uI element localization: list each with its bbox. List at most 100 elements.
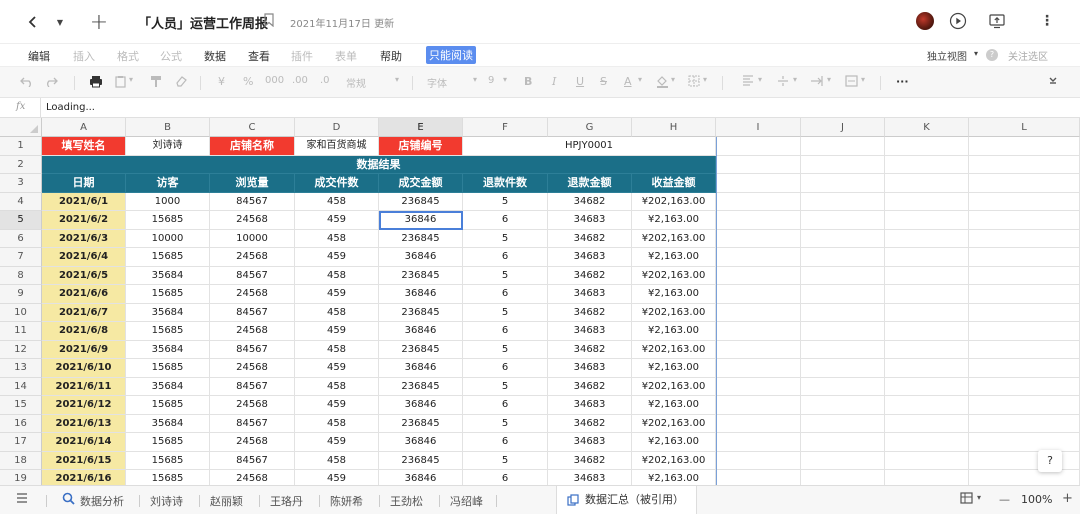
row-header[interactable]: 15 [0,396,42,415]
empty-cell[interactable] [801,433,885,452]
table-cell[interactable]: 36846 [379,285,463,304]
table-cell[interactable]: ¥2,163.00 [632,322,716,341]
chevron-down-icon[interactable]: ▾ [503,75,507,84]
chevron-down-icon[interactable]: ▾ [671,75,675,84]
chevron-down-icon[interactable]: ▾ [861,75,865,84]
add-icon[interactable]: + [86,9,112,35]
column-header[interactable]: D [295,118,379,137]
table-cell[interactable]: 36846 [379,433,463,452]
menu-item[interactable]: 插入 [73,48,95,64]
column-title-cell[interactable]: 退款件数 [463,174,548,193]
sheet-tab[interactable]: 陈妍希 [330,493,363,509]
date-cell[interactable]: 2021/6/11 [42,377,126,396]
date-cell[interactable]: 2021/6/2 [42,211,126,230]
table-cell[interactable]: 236845 [379,229,463,248]
table-cell[interactable]: 15685 [126,470,210,485]
column-title-cell[interactable]: 收益金额 [632,174,716,193]
chevron-down-icon[interactable]: ▾ [395,75,399,84]
table-cell[interactable]: 5 [463,340,548,359]
table-cell[interactable]: 458 [295,377,379,396]
row-header[interactable]: 3 [0,174,42,193]
menu-item[interactable]: 数据 [204,48,226,64]
empty-cell[interactable] [716,211,801,230]
row-header[interactable]: 5 [0,211,42,230]
table-cell[interactable]: 6 [463,322,548,341]
empty-cell[interactable] [716,192,801,211]
empty-cell[interactable] [969,211,1080,230]
percent-button[interactable]: % [243,75,253,88]
table-cell[interactable]: 34683 [548,470,632,485]
zoom-out-button[interactable]: — [999,493,1010,506]
table-cell[interactable]: 5 [463,377,548,396]
chevron-down-icon[interactable]: ▼ [52,11,68,33]
table-cell[interactable]: ¥2,163.00 [632,248,716,267]
table-cell[interactable]: ¥2,163.00 [632,285,716,304]
empty-cell[interactable] [716,359,801,378]
table-cell[interactable]: 10000 [210,229,295,248]
table-cell[interactable]: 458 [295,192,379,211]
date-cell[interactable]: 2021/6/13 [42,414,126,433]
section-title-cell[interactable]: 数据结果 [42,155,716,174]
empty-cell[interactable] [969,303,1080,322]
table-cell[interactable]: 24568 [210,396,295,415]
table-cell[interactable]: 236845 [379,451,463,470]
thousands-button[interactable]: 000 [265,75,284,86]
table-cell[interactable]: 34682 [548,229,632,248]
table-cell[interactable]: 34682 [548,414,632,433]
table-cell[interactable]: 15685 [126,359,210,378]
empty-cell[interactable] [716,322,801,341]
empty-cell[interactable] [801,174,885,193]
empty-cell[interactable] [885,192,969,211]
table-cell[interactable]: 84567 [210,303,295,322]
bookmark-icon[interactable] [264,13,274,28]
empty-cell[interactable] [969,248,1080,267]
table-cell[interactable]: 458 [295,303,379,322]
table-cell[interactable]: 84567 [210,451,295,470]
table-cell[interactable]: 15685 [126,451,210,470]
empty-cell[interactable] [801,303,885,322]
table-cell[interactable]: 24568 [210,359,295,378]
empty-cell[interactable] [969,359,1080,378]
play-icon[interactable] [947,10,969,32]
menu-item[interactable]: 查看 [248,48,270,64]
table-cell[interactable]: 5 [463,303,548,322]
table-cell[interactable]: 458 [295,340,379,359]
table-cell[interactable]: ¥202,163.00 [632,451,716,470]
column-title-cell[interactable]: 成交金额 [379,174,463,193]
date-cell[interactable]: 2021/6/7 [42,303,126,322]
table-cell[interactable]: 10000 [126,229,210,248]
table-cell[interactable]: 6 [463,433,548,452]
sheet-tab[interactable]: 冯绍峰 [450,493,483,509]
empty-cell[interactable] [801,470,885,485]
chevron-down-icon[interactable]: ▾ [974,49,978,58]
sheet-tab[interactable]: 王珞丹 [270,493,303,509]
empty-cell[interactable] [716,433,801,452]
empty-cell[interactable] [801,322,885,341]
empty-cell[interactable] [969,155,1080,174]
italic-icon[interactable]: I [552,75,556,88]
fill-color-icon[interactable] [656,75,669,91]
row-header[interactable]: 2 [0,155,42,174]
empty-cell[interactable] [969,266,1080,285]
empty-cell[interactable] [801,340,885,359]
empty-cell[interactable] [716,229,801,248]
table-cell[interactable]: 34682 [548,340,632,359]
empty-cell[interactable] [801,377,885,396]
empty-cell[interactable] [801,248,885,267]
table-cell[interactable]: 6 [463,396,548,415]
empty-cell[interactable] [969,414,1080,433]
empty-cell[interactable] [885,248,969,267]
empty-cell[interactable] [969,340,1080,359]
empty-cell[interactable] [716,137,801,156]
table-cell[interactable]: ¥202,163.00 [632,377,716,396]
back-icon[interactable] [22,11,44,33]
menu-item[interactable]: 帮助 [380,48,402,64]
table-cell[interactable]: 6 [463,359,548,378]
help-icon[interactable]: ? [1038,450,1062,472]
table-cell[interactable]: ¥202,163.00 [632,303,716,322]
empty-cell[interactable] [969,192,1080,211]
chevron-down-icon[interactable]: ▾ [758,75,762,84]
table-cell[interactable]: 36846 [379,248,463,267]
empty-cell[interactable] [885,303,969,322]
date-cell[interactable]: 2021/6/14 [42,433,126,452]
